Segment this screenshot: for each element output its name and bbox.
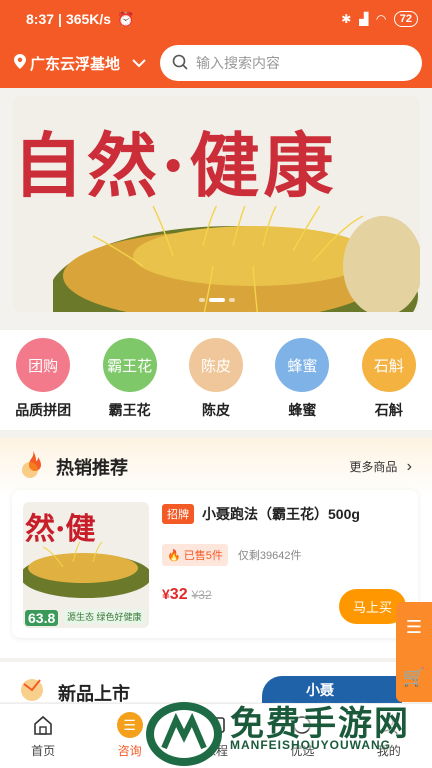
price-value: 32 [169, 586, 188, 603]
section-title: 热销推荐 [56, 457, 128, 478]
sales-row: 🔥 已售5件 仅剩39642件 [162, 544, 404, 566]
search-input[interactable]: 输入搜索内容 [160, 45, 422, 81]
category-chenpi[interactable]: 陈皮 陈皮 [176, 338, 256, 422]
location-selector[interactable]: 广东云浮基地 [14, 53, 160, 74]
tab-label: 咨询 [117, 744, 142, 758]
thumbnail-price: 63.8 [25, 610, 59, 626]
thumbnail-flower-image [23, 542, 149, 598]
carousel-dot-active [208, 298, 225, 302]
tab-mine[interactable]: 我的 [359, 712, 419, 768]
hot-sales-section: 热销推荐 更多商品 › 然·健 63.8 源生态 绿色好健康 招牌 小聂跑法（霸… [0, 438, 432, 658]
bluetooth-icon: ✱ [341, 12, 352, 26]
stock-remaining: 仅剩39642件 [237, 550, 302, 562]
course-icon [203, 712, 229, 738]
category-icon: 霸王花 [102, 338, 157, 392]
product-name-row: 招牌 小聂跑法（霸王花）500g [162, 504, 404, 524]
list-icon[interactable]: ☰ [406, 617, 422, 638]
floating-actions: ☰ 🛒 [396, 602, 432, 702]
bottom-tab-bar: 首页 ☰ 咨询 课程 优选 我的 [0, 703, 432, 768]
new-arrivals-section: 新品上市 小聂 [0, 662, 432, 716]
signature-tag: 招牌 [162, 504, 194, 524]
top-header: 广东云浮基地 输入搜索内容 [0, 38, 432, 88]
category-shihu[interactable]: 石斛 石斛 [349, 338, 429, 422]
banner-carousel[interactable]: 自然·健康 [13, 96, 420, 312]
flame-icon [20, 450, 46, 483]
original-price: ¥32 [191, 588, 212, 602]
more-products-label: 更多商品 [349, 459, 398, 474]
category-group-buy[interactable]: 团购 品质拼团 [3, 338, 83, 422]
search-placeholder: 输入搜索内容 [196, 55, 280, 71]
product-thumbnail: 然·健 63.8 源生态 绿色好健康 [23, 502, 149, 628]
tab-course[interactable]: 课程 [186, 712, 246, 768]
tab-label: 首页 [31, 744, 56, 758]
carousel-dot [228, 298, 235, 302]
location-label: 广东云浮基地 [30, 55, 121, 73]
product-card[interactable]: 然·健 63.8 源生态 绿色好健康 招牌 小聂跑法（霸王花）500g 🔥 已售… [12, 490, 418, 638]
tab-home[interactable]: 首页 [13, 712, 73, 768]
category-honey[interactable]: 蜂蜜 蜂蜜 [262, 338, 342, 422]
wifi-icon: ◠ [376, 12, 386, 26]
chat-icon: ☰ [116, 712, 143, 738]
fire-icon: 🔥 [167, 550, 181, 562]
signal-icon: ▟ [359, 12, 369, 26]
category-label: 霸王花 [108, 402, 151, 418]
category-icon: 团购 [16, 338, 71, 392]
sold-count: 🔥 已售5件 [162, 544, 228, 566]
search-icon [172, 54, 188, 73]
alarm-icon: ⏰ [117, 10, 135, 27]
category-icon: 陈皮 [188, 338, 243, 392]
status-bar: 8:37 | 365K/s ⏰ ✱ ▟ ◠ 72 [0, 0, 432, 38]
home-icon [30, 712, 56, 738]
location-pin-icon [14, 53, 26, 73]
tab-consult[interactable]: ☰ 咨询 [100, 712, 160, 768]
carousel-indicator [198, 298, 235, 302]
category-icon: 蜂蜜 [275, 338, 330, 392]
chevron-right-icon: › [406, 457, 412, 475]
status-time: 8:37 [26, 11, 55, 27]
select-icon [289, 712, 315, 738]
user-icon [376, 712, 402, 738]
status-icons: ✱ ▟ ◠ 72 [341, 11, 418, 27]
category-label: 陈皮 [201, 402, 230, 418]
category-grid: 团购 品质拼团 霸王花 霸王花 陈皮 陈皮 蜂蜜 蜂蜜 石斛 石斛 [0, 330, 432, 430]
sold-count-text: 已售5件 [183, 550, 223, 562]
chevron-down-icon [132, 55, 146, 71]
category-label: 蜂蜜 [288, 402, 317, 418]
current-price: ¥32 [162, 586, 188, 604]
category-label: 石斛 [374, 402, 403, 418]
thumbnail-eco-label: 源生态 绿色好健康 [63, 609, 146, 624]
category-icon: 石斛 [361, 338, 416, 392]
cart-icon[interactable]: 🛒 [403, 667, 425, 688]
category-label: 品质拼团 [15, 402, 72, 418]
hot-sales-header: 热销推荐 更多商品 › [0, 438, 432, 495]
product-name: 小聂跑法（霸王花）500g [202, 506, 360, 522]
status-speed: 365K/s [65, 11, 112, 27]
tab-label: 课程 [203, 744, 228, 758]
tab-label: 优选 [290, 744, 315, 758]
more-products-link[interactable]: 更多商品 › [349, 458, 412, 476]
currency-symbol: ¥ [162, 586, 170, 602]
status-separator: | [58, 11, 62, 27]
battery-indicator: 72 [393, 11, 418, 27]
banner-product-image [53, 206, 420, 312]
tab-select[interactable]: 优选 [272, 712, 332, 768]
category-bawanghua[interactable]: 霸王花 霸王花 [90, 338, 170, 422]
tab-label: 我的 [376, 744, 401, 758]
banner-slogan: 自然·健康 [13, 124, 338, 207]
carousel-dot [198, 298, 205, 302]
